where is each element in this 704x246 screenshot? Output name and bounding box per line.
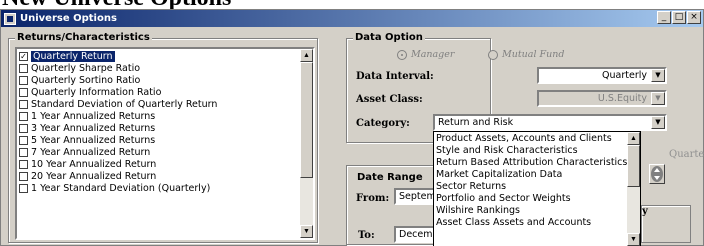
mutual-fund-radio[interactable]: Mutual Fund xyxy=(488,49,564,60)
scroll-down-button[interactable]: ▼ xyxy=(300,225,313,238)
returns-list-item-label: 1 Year Standard Deviation (Quarterly) xyxy=(31,182,211,194)
quarters-label: Quarters xyxy=(669,149,704,160)
returns-group-label: Returns/Characteristics xyxy=(15,32,152,43)
asset-class-arrow[interactable]: ▼ xyxy=(651,92,665,105)
quarters-spinner[interactable] xyxy=(649,164,665,184)
dropdown-scroll-down[interactable]: ▼ xyxy=(627,233,640,246)
close-button[interactable]: × xyxy=(687,11,701,24)
returns-list-item-label: 10 Year Annualized Return xyxy=(31,158,157,170)
minimize-button[interactable]: _ xyxy=(657,11,671,24)
returns-list-item-label: Quarterly Sortino Ratio xyxy=(31,74,141,86)
category-option[interactable]: Wilshire Rankings xyxy=(434,205,628,217)
checkbox[interactable] xyxy=(19,147,28,157)
right-panel-frame xyxy=(641,205,691,243)
returns-list-item-label: 3 Year Annualized Returns xyxy=(31,122,156,134)
returns-list-item-label: 7 Year Annualized Return xyxy=(31,146,151,158)
data-option-label: Data Option xyxy=(353,32,425,43)
checkbox[interactable] xyxy=(19,183,28,193)
category-label: Category: xyxy=(356,118,410,129)
category-option[interactable]: Product Assets, Accounts and Clients xyxy=(434,133,628,145)
window-controls: _ □ × xyxy=(657,11,701,24)
returns-list-item-label: Quarterly Information Ratio xyxy=(31,86,162,98)
returns-list-item[interactable]: 20 Year Annualized Return xyxy=(17,170,313,182)
returns-list-item[interactable]: ✓ Quarterly Return xyxy=(17,50,313,62)
partial-label: y xyxy=(642,206,648,217)
data-interval-select[interactable]: Quarterly ▼ xyxy=(537,67,667,84)
returns-list-item-label: 5 Year Annualized Returns xyxy=(31,134,156,146)
category-option[interactable]: Portfolio and Sector Weights xyxy=(434,193,628,205)
returns-list-item[interactable]: 5 Year Annualized Returns xyxy=(17,134,313,146)
scroll-up-button[interactable]: ▲ xyxy=(300,49,313,62)
category-value: Return and Risk xyxy=(438,117,514,128)
checkbox[interactable] xyxy=(19,111,28,121)
category-dropdown-scrollbar[interactable]: ▲ ▼ xyxy=(627,132,640,246)
quarters-spinner-icon xyxy=(651,166,663,182)
title-bar[interactable]: Universe Options _ □ × xyxy=(1,10,703,27)
universe-options-window: Universe Options _ □ × Returns/Character… xyxy=(0,9,704,246)
category-dropdown[interactable]: Product Assets, Accounts and Clients Styl… xyxy=(433,131,641,246)
to-label: To: xyxy=(358,230,375,241)
checkbox[interactable] xyxy=(19,135,28,145)
returns-list-item-label: Quarterly Sharpe Ratio xyxy=(31,62,141,74)
returns-list-item[interactable]: 10 Year Annualized Return xyxy=(17,158,313,170)
returns-list-item[interactable]: 1 Year Annualized Returns xyxy=(17,110,313,122)
checkbox[interactable] xyxy=(19,99,28,109)
asset-class-select[interactable]: U.S.Equity ▼ xyxy=(537,90,667,107)
returns-list-item-label: Standard Deviation of Quarterly Return xyxy=(31,98,218,110)
returns-list-item[interactable]: Quarterly Sortino Ratio xyxy=(17,74,313,86)
returns-list-item[interactable]: Quarterly Information Ratio xyxy=(17,86,313,98)
category-option[interactable]: Style and Risk Characteristics xyxy=(434,145,628,157)
checkbox[interactable] xyxy=(19,123,28,133)
manager-radio-label: Manager xyxy=(411,49,455,60)
mutual-fund-radio-dot xyxy=(488,49,498,60)
checkbox[interactable] xyxy=(19,87,28,97)
returns-list-item[interactable]: Standard Deviation of Quarterly Return xyxy=(17,98,313,110)
from-label: From: xyxy=(356,193,390,204)
data-interval-label: Data Interval: xyxy=(356,71,434,82)
dropdown-scroll-thumb[interactable] xyxy=(627,145,640,187)
returns-list-item-label: 1 Year Annualized Returns xyxy=(31,110,156,122)
date-range-label: Date Range xyxy=(355,172,425,183)
category-option[interactable]: Return Based Attribution Characteristics xyxy=(434,157,628,169)
checkbox[interactable] xyxy=(19,159,28,169)
returns-list-item-label: 20 Year Annualized Return xyxy=(31,170,157,182)
data-interval-value: Quarterly xyxy=(602,70,647,81)
returns-list-item[interactable]: 7 Year Annualized Return xyxy=(17,146,313,158)
returns-list-item-label: Quarterly Return xyxy=(31,50,115,62)
category-arrow[interactable]: ▼ xyxy=(651,116,665,129)
category-select[interactable]: Return and Risk ▼ xyxy=(433,114,667,131)
maximize-button[interactable]: □ xyxy=(672,11,686,24)
returns-scrollbar[interactable]: ▲ ▼ xyxy=(300,49,313,238)
category-option[interactable]: Market Capitalization Data xyxy=(434,169,628,181)
checkbox[interactable] xyxy=(19,171,28,181)
manager-radio[interactable]: Manager xyxy=(397,49,454,60)
checkbox[interactable] xyxy=(19,63,28,73)
scroll-thumb[interactable] xyxy=(300,62,313,178)
dropdown-scroll-up[interactable]: ▲ xyxy=(627,132,640,145)
returns-list-item[interactable]: 3 Year Annualized Returns xyxy=(17,122,313,134)
returns-list[interactable]: ✓ Quarterly Return Quarterly Sharpe Ratio Q… xyxy=(15,47,315,240)
checkbox[interactable] xyxy=(19,75,28,85)
returns-list-item[interactable]: Quarterly Sharpe Ratio xyxy=(17,62,313,74)
mutual-fund-radio-label: Mutual Fund xyxy=(502,49,565,60)
app-icon xyxy=(4,12,16,25)
manager-radio-dot xyxy=(397,49,407,60)
checkbox[interactable]: ✓ xyxy=(19,51,28,61)
asset-class-value: U.S.Equity xyxy=(597,93,647,104)
asset-class-label: Asset Class: xyxy=(356,94,423,105)
category-option[interactable]: Asset Class Assets and Accounts xyxy=(434,217,628,229)
window-title: Universe Options xyxy=(20,13,117,24)
returns-list-item[interactable]: 1 Year Standard Deviation (Quarterly) xyxy=(17,182,313,194)
data-interval-arrow[interactable]: ▼ xyxy=(651,69,665,82)
category-option[interactable]: Sector Returns xyxy=(434,181,628,193)
returns-group: Returns/Characteristics ✓ Quarterly Retur… xyxy=(8,32,318,243)
